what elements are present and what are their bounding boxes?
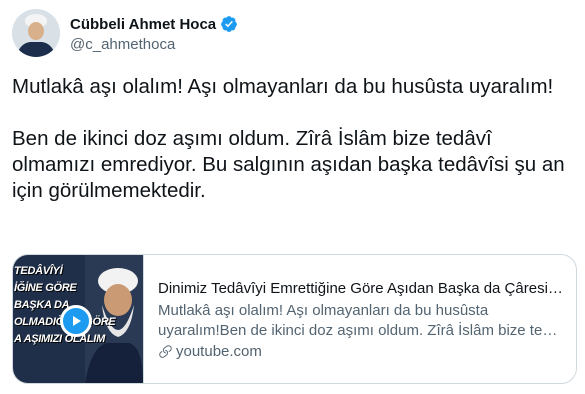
card-domain-text: youtube.com — [176, 343, 262, 360]
tweet-text: Mutlakâ aşı olalım! Aşı olmayanları da b… — [12, 75, 565, 202]
card-description: Mutlakâ aşı olalım! Aşı olmayanları da b… — [158, 301, 563, 341]
handle[interactable]: @c_ahmethoca — [70, 36, 238, 53]
link-card[interactable]: TEDÂVÎYİ İĞİNE GÖRE BAŞKA DA OLMADIĞINA … — [12, 254, 577, 384]
link-icon — [159, 345, 172, 358]
card-description-line: uyaralım!Ben de ikinci doz aşımı oldum. … — [158, 322, 563, 339]
card-domain: youtube.com — [158, 343, 564, 360]
play-icon[interactable] — [60, 305, 92, 337]
card-thumbnail[interactable]: TEDÂVÎYİ İĞİNE GÖRE BAŞKA DA OLMADIĞINA … — [13, 255, 144, 383]
card-title: Dinimiz Tedâvîyi Emrettiğine Göre Aşıdan… — [158, 280, 563, 297]
card-description-line: Mutlakâ aşı olalım! Aşı olmayanları da b… — [158, 302, 489, 319]
verified-badge-icon — [220, 15, 238, 33]
thumbnail-caption-line: İĞİNE GÖRE — [14, 282, 77, 294]
avatar[interactable] — [12, 9, 60, 57]
display-name[interactable]: Cübbeli Ahmet Hoca — [70, 16, 216, 33]
tweet-header: Cübbeli Ahmet Hoca @c_ahmethoca — [12, 9, 238, 57]
thumbnail-caption-line: TEDÂVÎYİ — [14, 265, 63, 277]
avatar-image — [12, 9, 60, 57]
